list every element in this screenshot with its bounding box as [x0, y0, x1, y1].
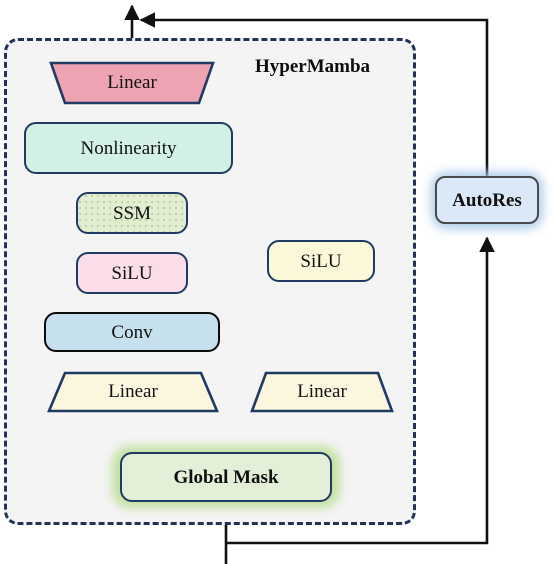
diagram-canvas: HyperMamba Linear Nonlinearity SSM SiLU …: [0, 0, 556, 564]
node-linear-right-label: Linear: [297, 381, 347, 402]
node-autores[interactable]: AutoRes: [435, 176, 539, 224]
node-linear-output[interactable]: Linear: [49, 61, 215, 105]
node-global-mask-label: Global Mask: [173, 466, 279, 488]
node-linear-output-label: Linear: [107, 72, 157, 93]
node-silu-left[interactable]: SiLU: [76, 252, 188, 294]
node-global-mask[interactable]: Global Mask: [120, 452, 332, 502]
node-conv[interactable]: Conv: [44, 312, 220, 352]
node-linear-left-label: Linear: [108, 381, 158, 402]
node-silu-right[interactable]: SiLU: [267, 240, 375, 282]
node-conv-label: Conv: [111, 321, 153, 343]
node-silu-left-label: SiLU: [111, 262, 153, 284]
node-nonlinearity-label: Nonlinearity: [80, 137, 177, 159]
node-autores-label: AutoRes: [452, 189, 522, 211]
node-ssm[interactable]: SSM: [76, 192, 188, 234]
node-nonlinearity[interactable]: Nonlinearity: [24, 122, 233, 174]
node-silu-right-label: SiLU: [300, 250, 342, 272]
node-linear-right[interactable]: Linear: [250, 371, 394, 413]
hypermamba-module-title: HyperMamba: [255, 56, 371, 77]
node-ssm-label: SSM: [112, 202, 152, 224]
node-linear-left[interactable]: Linear: [47, 371, 219, 413]
